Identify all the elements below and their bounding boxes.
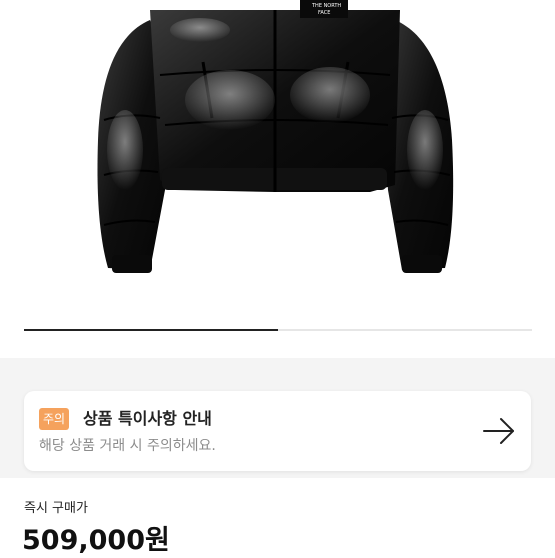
svg-text:FACE: FACE (318, 10, 330, 16)
brand-logo: THE NORTH FACE (300, 0, 348, 18)
arrow-right-icon[interactable] (481, 415, 517, 447)
instant-buy-price-label: 즉시 구매가 (24, 501, 88, 516)
instant-buy-price: 509,000원 (22, 525, 170, 556)
notice-card[interactable]: 주의 상품 특이사항 안내 해당 상품 거래 시 주의하세요. (24, 391, 531, 471)
notice-description: 해당 상품 거래 시 주의하세요. (39, 438, 216, 454)
gallery-progress-track (24, 329, 532, 331)
caution-badge: 주의 (39, 408, 70, 430)
svg-text:THE NORTH: THE NORTH (311, 3, 341, 9)
gallery-progress-fill (24, 329, 278, 331)
notice-title: 상품 특이사항 안내 (83, 409, 212, 428)
product-image[interactable]: THE NORTH FACE (0, 0, 555, 300)
puffer-jacket-image: THE NORTH FACE (97, 0, 454, 273)
